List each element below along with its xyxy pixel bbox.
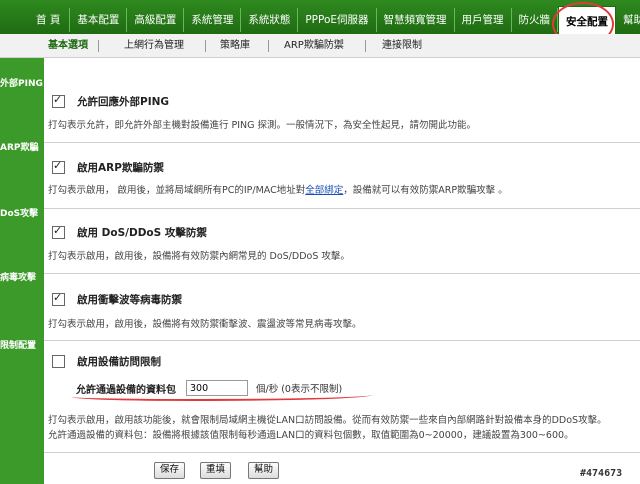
nav-home[interactable]: 首 頁 <box>0 8 71 32</box>
sub-nav: 基本選項 上網行為管理 策略庫 ARP欺騙防禦 連接限制 <box>0 34 640 58</box>
dos-option: 啟用 DoS/DDoS 攻擊防禦 <box>52 224 207 240</box>
sub-nav-separator <box>98 40 99 52</box>
dos-checkbox[interactable] <box>52 224 65 239</box>
virus-option: 啟用衝擊波等病毒防禦 <box>52 291 182 307</box>
divider <box>44 273 640 274</box>
sub-nav-separator <box>268 40 269 52</box>
tab-arp-defense[interactable]: ARP欺騙防禦 <box>284 34 344 57</box>
bind-all-link[interactable]: 全部綁定 <box>305 185 343 196</box>
nav-system-status[interactable]: 系統狀態 <box>241 8 299 32</box>
divider <box>44 208 640 209</box>
nav-bandwidth-management[interactable]: 智慧頻寬管理 <box>377 8 455 32</box>
tab-basic-options[interactable]: 基本選項 <box>48 34 88 57</box>
dos-description: 打勾表示啟用，啟用後，設備將有效防禦內網常見的 DoS/DDoS 攻擊。 <box>48 251 350 262</box>
arp-checkbox[interactable] <box>52 159 65 174</box>
arp-desc-text-end: ，設備就可以有效防禦ARP欺騙攻擊 。 <box>343 185 508 196</box>
watermark-id: #474673 <box>580 468 623 479</box>
reset-button[interactable]: 重填 <box>200 462 232 479</box>
limit-label: 啟用設備訪問限制 <box>77 356 161 368</box>
nav-system-management[interactable]: 系統管理 <box>184 8 242 32</box>
tab-policy-library[interactable]: 策略庫 <box>220 34 250 57</box>
limit-description-1: 打勾表示啟用，啟用該功能後，就會限制局域網主機從LAN口訪問設備。從而有效防禦一… <box>48 415 607 426</box>
nav-pppoe-server[interactable]: PPPoE伺服器 <box>298 8 377 32</box>
virus-checkbox[interactable] <box>52 291 65 306</box>
ping-description: 打勾表示允許，即允許外部主機對設備進行 PING 探測。一般情況下，為安全性起見… <box>48 120 477 131</box>
virus-description: 打勾表示啟用，啟用後，設備將有效防禦衝擊波、震盪波等常見病毒攻擊。 <box>48 319 362 330</box>
limit-description-2: 允許通過設備的資料包：設備將根據該值限制每秒通過LAN口的資料包個數，取值範圍為… <box>48 430 574 441</box>
sidebar-label-limit: 限制配置 <box>0 341 37 351</box>
virus-label: 啟用衝擊波等病毒防禦 <box>77 294 182 306</box>
arp-description: 打勾表示啟用， 啟用後，並將局域網所有PC的IP/MAC地址對全部綁定，設備就可… <box>48 182 508 196</box>
tab-internet-behavior[interactable]: 上網行為管理 <box>124 34 184 57</box>
rate-label: 允許通過設備的資料包 <box>76 384 176 396</box>
ping-label: 允許回應外部PING <box>77 96 170 108</box>
tab-connection-limit[interactable]: 連接限制 <box>382 34 422 57</box>
nav-help[interactable]: 幫助 <box>616 8 640 32</box>
top-nav: 首 頁 基本配置 高級配置 系統管理 系統狀態 PPPoE伺服器 智慧頻寬管理 … <box>0 0 640 35</box>
top-nav-bar: 首 頁 基本配置 高級配置 系統管理 系統狀態 PPPoE伺服器 智慧頻寬管理 … <box>0 6 640 35</box>
limit-option: 啟用設備訪問限制 <box>52 354 161 369</box>
arp-label: 啟用ARP欺騙防禦 <box>77 162 164 174</box>
nav-user-management[interactable]: 用戶管理 <box>455 8 512 32</box>
sub-nav-separator <box>365 40 366 52</box>
nav-advanced-config[interactable]: 高級配置 <box>127 8 185 32</box>
arp-option: 啟用ARP欺騙防禦 <box>52 159 164 175</box>
divider <box>44 452 640 453</box>
rate-row: 允許通過設備的資料包 個/秒 (0表示不限制) <box>76 380 342 396</box>
nav-firewall[interactable]: 防火牆 <box>512 8 559 32</box>
help-button[interactable]: 幫助 <box>248 462 280 479</box>
sidebar-label-virus: 病毒攻擊 <box>0 273 37 283</box>
save-button[interactable]: 保存 <box>154 462 186 479</box>
limit-checkbox[interactable] <box>52 355 65 368</box>
dos-label: 啟用 DoS/DDoS 攻擊防禦 <box>77 227 207 239</box>
sidebar-label-dos: DoS攻擊 <box>0 209 39 219</box>
sidebar-label-arp: ARP欺騙 <box>0 143 39 153</box>
divider <box>44 340 640 341</box>
divider <box>44 142 640 143</box>
sub-nav-separator <box>205 40 206 52</box>
rate-input[interactable] <box>186 380 248 396</box>
arp-desc-text: 打勾表示啟用， 啟用後，並將局域網所有PC的IP/MAC地址對 <box>48 185 306 196</box>
ping-option: 允許回應外部PING <box>52 93 170 109</box>
nav-security-config[interactable]: 安全配置 <box>558 6 617 35</box>
nav-basic-config[interactable]: 基本配置 <box>70 8 128 32</box>
sidebar-label-ping: 外部PING <box>0 79 43 89</box>
rate-unit: 個/秒 (0表示不限制) <box>256 384 343 395</box>
ping-checkbox[interactable] <box>52 93 65 108</box>
